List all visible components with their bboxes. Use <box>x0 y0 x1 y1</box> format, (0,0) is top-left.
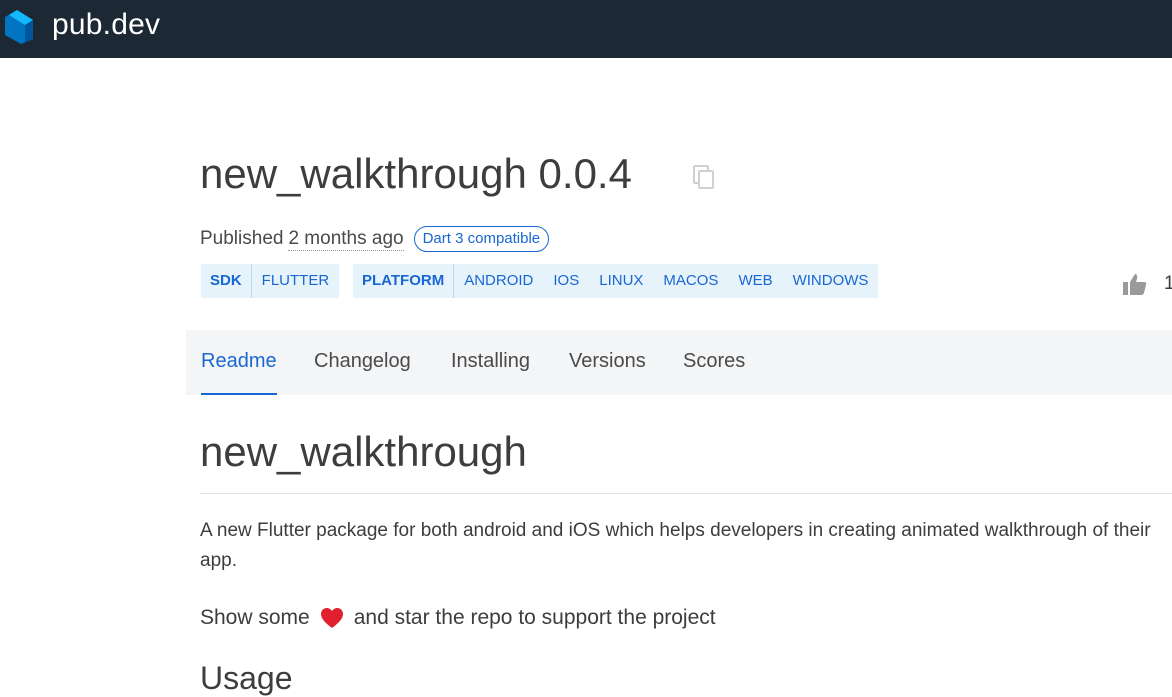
platform-tag-ios[interactable]: IOS <box>543 264 589 298</box>
platform-tag-windows[interactable]: WINDOWS <box>783 264 879 298</box>
site-logo-text[interactable]: pub.dev <box>52 8 160 42</box>
like-button[interactable]: 1 <box>1122 272 1172 296</box>
platform-tag-linux[interactable]: LINUX <box>589 264 653 298</box>
dart3-compatible-badge[interactable]: Dart 3 compatible <box>413 226 550 252</box>
readme-heading: new_walkthrough <box>200 428 527 475</box>
platform-tag-web[interactable]: WEB <box>728 264 782 298</box>
support-line: Show some and star the repo to support t… <box>200 606 716 630</box>
tab-changelog[interactable]: Changelog <box>314 350 411 373</box>
platform-tag-group: PLATFORM ANDROID IOS LINUX MACOS WEB WIN… <box>353 264 879 298</box>
published-info: Published 2 months ago Dart 3 compatible <box>200 226 550 252</box>
sdk-tag-label[interactable]: SDK <box>201 264 252 298</box>
dart-logo-icon[interactable] <box>3 7 37 45</box>
sdk-tag-flutter[interactable]: FLUTTER <box>252 264 340 298</box>
top-navigation-bar: pub.dev <box>0 0 1172 58</box>
platform-tag-android[interactable]: ANDROID <box>454 264 543 298</box>
likes-count: 1 <box>1164 273 1172 294</box>
tab-versions[interactable]: Versions <box>569 350 646 373</box>
tab-scores[interactable]: Scores <box>683 350 745 373</box>
platform-tag-macos[interactable]: MACOS <box>653 264 728 298</box>
package-title: new_walkthrough 0.0.4 <box>200 150 632 197</box>
thumbs-up-icon[interactable] <box>1122 272 1148 296</box>
package-tabs: Readme Changelog Installing Versions Sco… <box>186 330 1172 395</box>
support-text-after: and star the repo to support the project <box>353 606 716 629</box>
heading-divider <box>200 493 1172 494</box>
tab-installing[interactable]: Installing <box>451 350 530 373</box>
usage-heading: Usage <box>200 660 293 696</box>
active-tab-indicator <box>201 393 277 395</box>
published-time: 2 months ago <box>288 227 404 251</box>
published-prefix: Published <box>200 228 284 249</box>
support-text-before: Show some <box>200 606 310 629</box>
platform-tag-label[interactable]: PLATFORM <box>353 264 455 298</box>
tab-readme[interactable]: Readme <box>201 350 277 373</box>
copy-icon[interactable] <box>692 164 716 190</box>
heart-icon <box>320 608 343 628</box>
readme-description: A new Flutter package for both android a… <box>200 520 1151 571</box>
sdk-tag-group: SDK FLUTTER <box>201 264 340 298</box>
